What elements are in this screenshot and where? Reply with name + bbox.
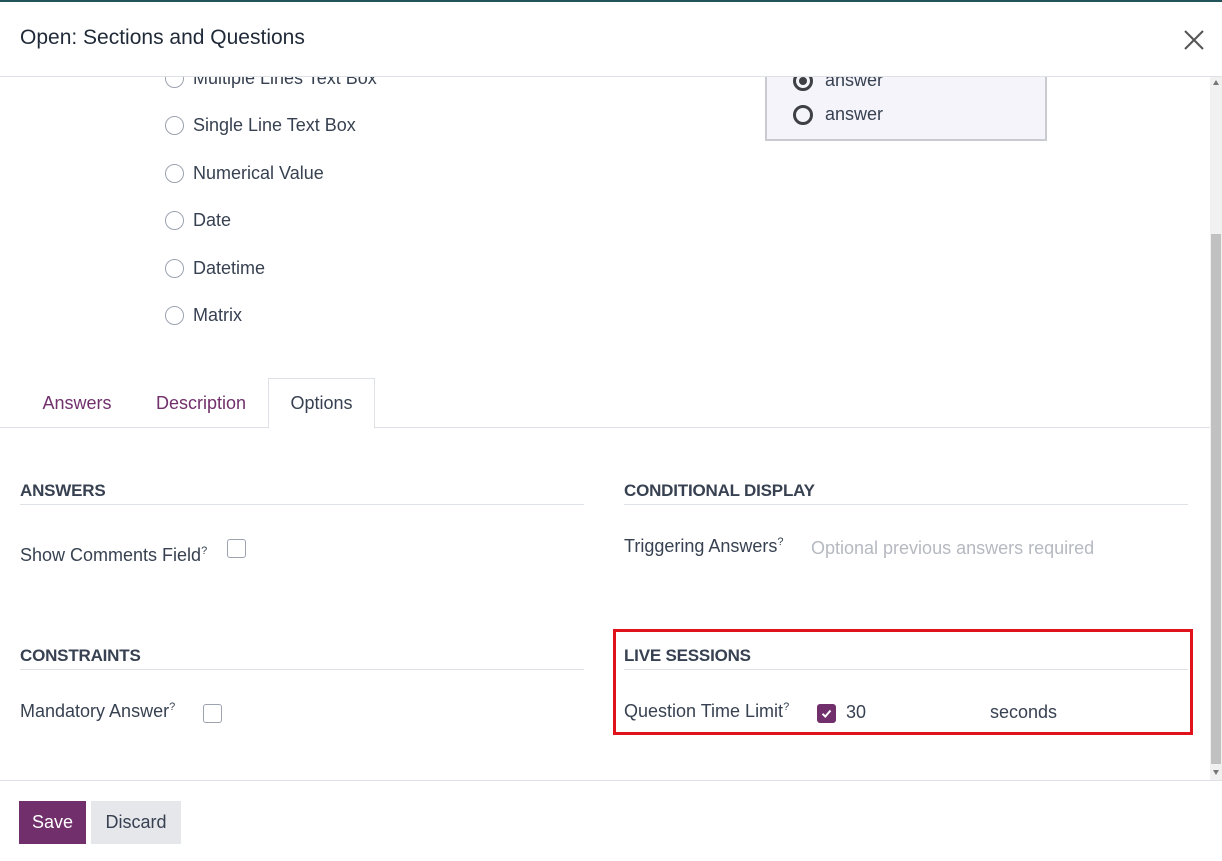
divider xyxy=(20,669,584,670)
question-type-label: Multiple Lines Text Box xyxy=(193,77,377,88)
question-type-option[interactable]: Multiple Lines Text Box xyxy=(165,77,377,90)
question-type-option[interactable]: Matrix xyxy=(165,303,242,327)
dialog-footer: Save Discard xyxy=(0,780,1222,861)
radio-button[interactable] xyxy=(165,210,184,230)
show-comments-checkbox[interactable] xyxy=(227,539,246,558)
preview-option: answer xyxy=(793,104,883,125)
preview-option-label: answer xyxy=(825,104,884,124)
time-limit-input[interactable]: 30 xyxy=(846,702,866,723)
save-button[interactable]: Save xyxy=(19,801,86,844)
scrollbar-thumb[interactable] xyxy=(1211,234,1221,764)
question-type-option[interactable]: Single Line Text Box xyxy=(165,113,356,137)
radio-button[interactable] xyxy=(165,258,184,278)
divider xyxy=(624,669,1188,670)
answers-group-title: Answers xyxy=(20,481,106,500)
question-type-label: Matrix xyxy=(193,304,242,325)
triggering-answers-label: Triggering Answers? xyxy=(624,536,784,556)
help-icon[interactable]: ? xyxy=(783,701,789,713)
live-sessions-group-title: Live Sessions xyxy=(624,646,751,665)
question-type-label: Single Line Text Box xyxy=(193,114,356,135)
dialog-body: Multiple Lines Text Box Single Line Text… xyxy=(0,77,1210,780)
question-type-label: Date xyxy=(193,209,232,230)
help-icon[interactable]: ? xyxy=(777,536,783,548)
triggering-answers-input[interactable]: Optional previous answers required xyxy=(811,538,1094,559)
mandatory-answer-checkbox[interactable] xyxy=(203,704,222,723)
tab-options[interactable]: Options xyxy=(268,378,375,429)
notebook-tabs: Answers Description Options xyxy=(0,378,1210,429)
preview-radio-icon xyxy=(793,104,813,125)
help-icon[interactable]: ? xyxy=(169,701,175,713)
question-time-limit-label: Question Time Limit? xyxy=(624,701,790,721)
divider xyxy=(624,504,1188,505)
question-time-limit-checkbox[interactable] xyxy=(817,704,836,723)
question-type-option[interactable]: Numerical Value xyxy=(165,161,324,185)
scrollbar[interactable] xyxy=(1210,77,1222,780)
scroll-up-icon[interactable] xyxy=(1212,79,1220,87)
divider xyxy=(20,504,584,505)
preview-option: answer xyxy=(793,77,883,91)
constraints-group-title: Constraints xyxy=(20,646,141,665)
question-type-label: Numerical Value xyxy=(193,162,324,183)
discard-button[interactable]: Discard xyxy=(91,801,181,844)
dialog-title: Open: Sections and Questions xyxy=(20,26,305,49)
radio-button[interactable] xyxy=(165,77,184,88)
preview-radio-icon xyxy=(793,77,813,91)
radio-button[interactable] xyxy=(165,115,184,135)
mandatory-answer-label: Mandatory Answer? xyxy=(20,701,176,721)
conditional-display-group-title: Conditional Display xyxy=(624,481,815,500)
radio-button[interactable] xyxy=(165,305,184,325)
checkmark-icon xyxy=(821,709,832,718)
help-icon[interactable]: ? xyxy=(201,545,207,557)
time-limit-unit: seconds xyxy=(990,702,1058,722)
dialog-header: Open: Sections and Questions xyxy=(0,2,1222,77)
tab-answers[interactable]: Answers xyxy=(20,378,134,428)
scroll-down-icon[interactable] xyxy=(1212,768,1220,776)
question-preview: answer answer xyxy=(765,77,1047,141)
close-icon[interactable] xyxy=(1178,24,1210,56)
preview-option-label: answer xyxy=(825,77,884,90)
question-type-option[interactable]: Datetime xyxy=(165,256,265,280)
tab-description[interactable]: Description xyxy=(134,378,268,428)
show-comments-label: Show Comments Field? xyxy=(20,545,208,565)
question-type-option[interactable]: Date xyxy=(165,208,231,232)
radio-button[interactable] xyxy=(165,163,184,183)
question-type-label: Datetime xyxy=(193,257,266,278)
